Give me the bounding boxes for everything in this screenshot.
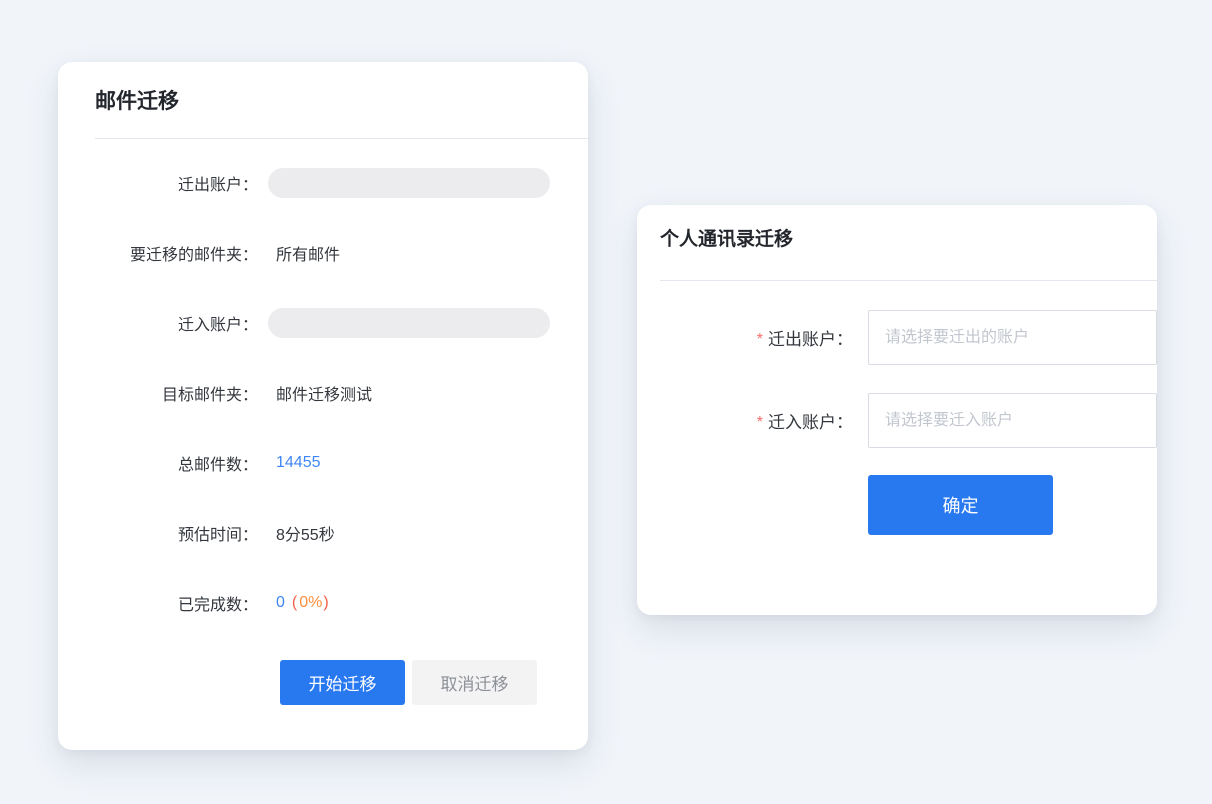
contacts-source-account-label: 迁出账户： [768,325,853,350]
start-migration-button[interactable]: 开始迁移 [280,660,405,705]
completed-count-value: 0 (0%) [276,594,329,612]
mail-card-title: 邮件迁移 [58,62,588,138]
target-account-label: 迁入账户： [58,311,258,335]
page-background: 邮件迁移 迁出账户： 要迁移的邮件夹： 所有邮件 迁入账户： 目标邮件夹： [0,0,1212,804]
completed-count-number: 0 [276,594,285,611]
title-divider [660,280,1157,281]
completed-percent: 0% [299,594,322,611]
contacts-migration-card: 个人通讯录迁移 * 迁出账户： * 迁入账户： 确定 [637,205,1157,615]
cancel-migration-button[interactable]: 取消迁移 [412,660,537,705]
contacts-card-title: 个人通讯录迁移 [637,205,1157,253]
contacts-source-account-input[interactable] [868,310,1157,365]
contacts-target-account-input[interactable] [868,393,1157,448]
source-account-redacted-pill [268,168,550,198]
confirm-button[interactable]: 确定 [868,475,1053,535]
mail-migration-form: 迁出账户： 要迁移的邮件夹： 所有邮件 迁入账户： 目标邮件夹： 邮件迁移测试 [58,148,588,638]
estimated-time-label: 预估时间： [58,521,258,545]
contacts-source-account-row: * 迁出账户： [637,310,1157,365]
open-paren: ( [292,594,297,611]
folders-to-migrate-row: 要迁移的邮件夹： 所有邮件 [58,218,588,288]
target-account-row: 迁入账户： [58,288,588,358]
folders-to-migrate-value: 所有邮件 [276,241,340,265]
completed-count-label: 已完成数： [58,591,258,615]
mail-card-actions: 开始迁移 取消迁移 [280,660,588,705]
estimated-time-row: 预估时间： 8分55秒 [58,498,588,568]
close-paren: ) [323,594,328,611]
completed-count-row: 已完成数： 0 (0%) [58,568,588,638]
source-account-row: 迁出账户： [58,148,588,218]
folders-to-migrate-label: 要迁移的邮件夹： [58,241,258,265]
target-folder-value: 邮件迁移测试 [276,381,372,405]
title-divider [95,138,588,139]
total-mails-label: 总邮件数： [58,451,258,475]
required-asterisk: * [757,410,763,432]
target-account-redacted-pill [268,308,550,338]
mail-migration-card: 邮件迁移 迁出账户： 要迁移的邮件夹： 所有邮件 迁入账户： 目标邮件夹： [58,62,588,750]
contacts-target-account-row: * 迁入账户： [637,393,1157,448]
target-folder-row: 目标邮件夹： 邮件迁移测试 [58,358,588,428]
source-account-label: 迁出账户： [58,171,258,195]
estimated-time-value: 8分55秒 [276,521,335,545]
total-mails-row: 总邮件数： 14455 [58,428,588,498]
required-asterisk: * [757,327,763,349]
contacts-target-account-label: 迁入账户： [768,408,853,433]
total-mails-count: 14455 [276,454,321,472]
target-folder-label: 目标邮件夹： [58,381,258,405]
